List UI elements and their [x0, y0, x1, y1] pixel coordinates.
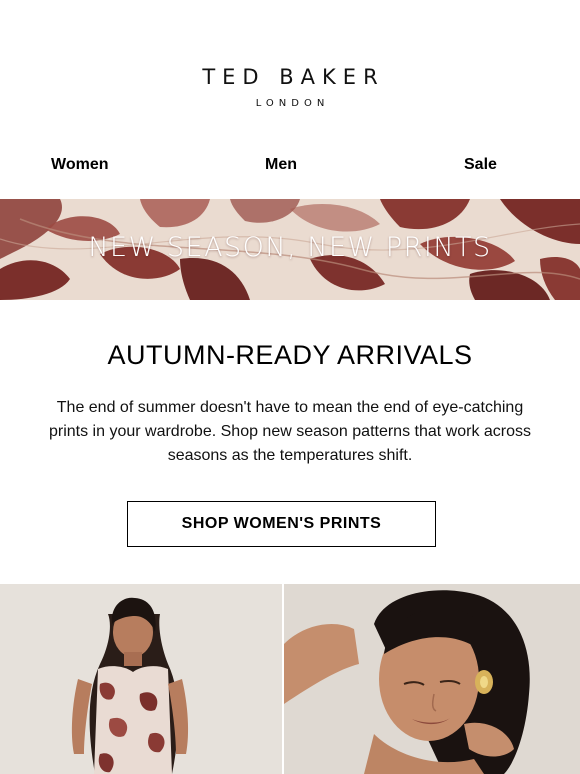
model-in-printed-dress-image: [0, 584, 282, 774]
shop-womens-prints-button[interactable]: SHOP WOMEN'S PRINTS: [127, 501, 436, 547]
model-with-gold-earring-image: [284, 584, 580, 774]
hero-banner[interactable]: NEW SEASON, NEW PRINTS: [0, 199, 580, 300]
product-image-left[interactable]: [0, 584, 282, 774]
nav-item-sale[interactable]: Sale: [464, 156, 497, 174]
nav-item-women[interactable]: Women: [51, 156, 108, 174]
product-image-right[interactable]: [284, 584, 580, 774]
section-headline: AUTUMN-READY ARRIVALS: [107, 340, 473, 370]
nav-item-men[interactable]: Men: [265, 156, 297, 174]
section-body: The end of summer doesn't have to mean t…: [48, 399, 532, 464]
email-page: TED BAKER LONDON Women Men Sale NEW SEAS…: [0, 0, 580, 774]
brand-logo[interactable]: TED BAKER LONDON: [0, 60, 580, 112]
banner-headline: NEW SEASON, NEW PRINTS: [88, 232, 492, 263]
brand-name: TED BAKER: [202, 65, 385, 89]
main-nav: Women Men Sale: [0, 156, 580, 176]
brand-subtitle: LONDON: [255, 98, 330, 109]
